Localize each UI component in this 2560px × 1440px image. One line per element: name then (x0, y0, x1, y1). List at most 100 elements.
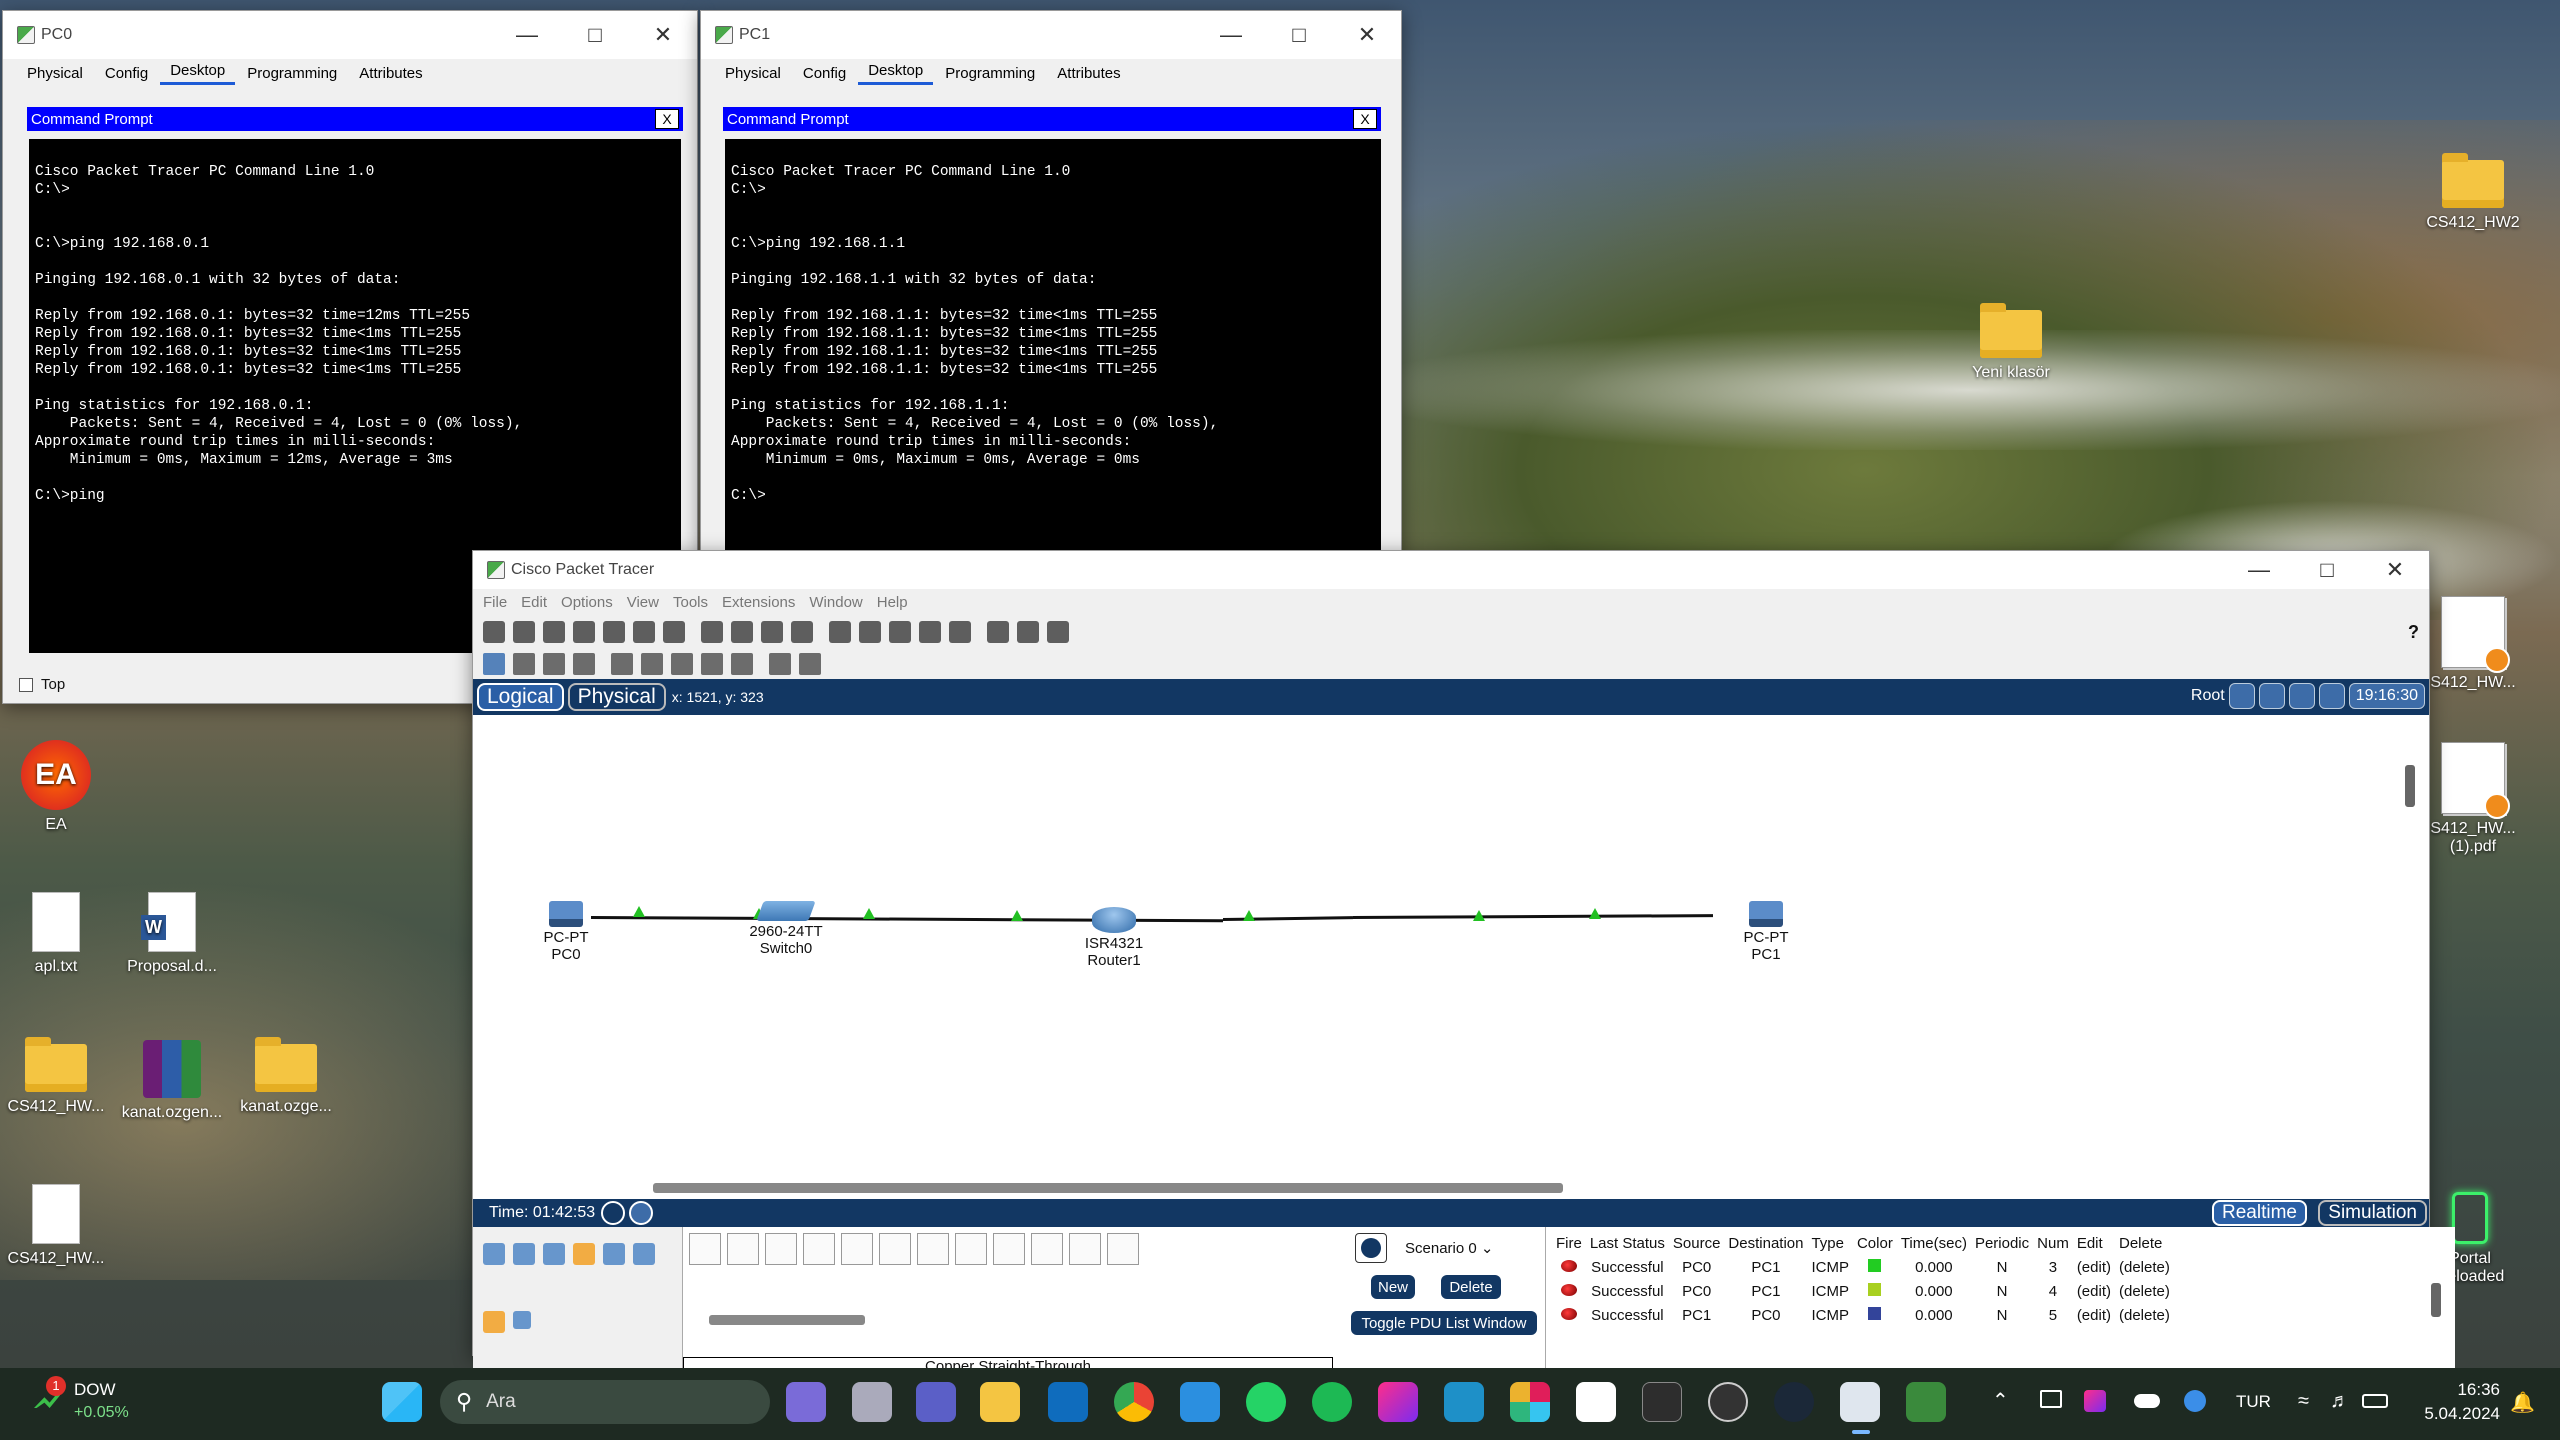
delete-icon[interactable] (543, 653, 565, 675)
pdu-column-header[interactable]: Fire (1552, 1231, 1586, 1255)
jetbrains-tray-icon[interactable] (2084, 1390, 2106, 1412)
minimize-button[interactable]: — (1197, 11, 1265, 59)
whatsapp-icon[interactable] (1246, 1382, 1286, 1422)
battery-icon[interactable] (2362, 1394, 2388, 1408)
scenario-info-icon[interactable] (1355, 1233, 1387, 1263)
redo-icon[interactable] (791, 621, 813, 643)
minimize-button[interactable]: — (2225, 551, 2293, 589)
pdu-delete-link[interactable]: (delete) (2115, 1279, 2174, 1303)
pdu-delete-link[interactable]: (delete) (2115, 1255, 2174, 1279)
coaxial-cable-icon[interactable] (917, 1233, 949, 1265)
vscode-icon[interactable] (1180, 1382, 1220, 1422)
delete-scenario-button[interactable]: Delete (1441, 1275, 1501, 1299)
print-icon[interactable] (573, 621, 595, 643)
desktop-icon-pdf-2[interactable]: S412_HW... (1).pdf (2413, 742, 2533, 856)
notification-bell-icon[interactable]: 🔔 (2510, 1390, 2535, 1415)
draw-line-icon[interactable] (641, 653, 663, 675)
clock-date[interactable]: 5.04.2024 (2410, 1404, 2500, 1424)
menu-edit[interactable]: Edit (521, 594, 547, 611)
desktop-icon-kanat-rar[interactable]: kanat.ozgen... (112, 1040, 232, 1122)
vpn-lock-icon[interactable] (1708, 1382, 1748, 1422)
grammarly-icon[interactable] (2184, 1390, 2206, 1412)
pdu-column-header[interactable]: Type (1807, 1231, 1853, 1255)
back-arrow-icon[interactable] (2228, 683, 2255, 709)
pdu-column-header[interactable]: Last Status (1586, 1231, 1669, 1255)
pc0-titlebar[interactable]: PC0 — □ ✕ (3, 11, 697, 59)
command-prompt-close-button[interactable]: X (1353, 109, 1377, 129)
freeform-icon[interactable] (731, 653, 753, 675)
pdu-column-header[interactable]: Delete (2115, 1231, 2174, 1255)
scenario-select[interactable]: Scenario 0 ⌄ (1399, 1237, 1509, 1261)
resize-shape-icon[interactable] (573, 653, 595, 675)
desktop-icon-pdf-1[interactable]: S412_HW... (2413, 596, 2533, 692)
language-indicator[interactable]: TUR (2236, 1392, 2271, 1412)
pdu-column-header[interactable]: Num (2033, 1231, 2073, 1255)
info-icon[interactable] (603, 621, 625, 643)
tab-physical[interactable]: Physical (17, 65, 93, 85)
tab-physical[interactable]: Physical (715, 65, 791, 85)
outlook-icon[interactable] (1048, 1382, 1088, 1422)
menu-tools[interactable]: Tools (673, 594, 708, 611)
pdu-fire-cell[interactable] (1552, 1279, 1586, 1303)
copper-cross-over-icon[interactable] (803, 1233, 835, 1265)
fire-pdu-icon[interactable] (1560, 1259, 1577, 1272)
always-on-top-checkbox[interactable]: Top (19, 676, 65, 693)
physical-view-button[interactable]: Physical (567, 683, 666, 711)
desktop-icon-proposal[interactable]: Proposal.d... (112, 892, 232, 976)
maximize-button[interactable]: □ (1265, 11, 1333, 59)
fiber-cable-icon[interactable] (841, 1233, 873, 1265)
menu-view[interactable]: View (627, 594, 659, 611)
grid-icon[interactable] (513, 1311, 531, 1329)
device-pc0[interactable]: PC-PT PC0 (511, 901, 621, 963)
zoom-out-icon[interactable] (889, 621, 911, 643)
checkbox-box[interactable] (19, 677, 33, 692)
menu-window[interactable]: Window (809, 594, 862, 611)
logical-workspace-canvas[interactable]: PC-PT PC0 2960-24TT Switch0 ISR4321 Rout… (473, 715, 2429, 1199)
desktop-icon-ea[interactable]: EA EA (0, 740, 116, 834)
menu-file[interactable]: File (483, 594, 507, 611)
pdu-edit-link[interactable]: (edit) (2073, 1255, 2115, 1279)
tab-config[interactable]: Config (793, 65, 856, 85)
miscellaneous-icon[interactable] (603, 1243, 625, 1265)
tab-desktop[interactable]: Desktop (858, 62, 934, 85)
slack-icon[interactable] (1510, 1382, 1550, 1422)
serial-dce-icon[interactable] (955, 1233, 987, 1265)
paste-icon[interactable] (731, 621, 753, 643)
console-cable-icon[interactable] (727, 1233, 759, 1265)
onedrive-cloud-icon[interactable] (2134, 1394, 2160, 1408)
packet-tracer-titlebar[interactable]: Cisco Packet Tracer — □ ✕ (473, 551, 2429, 589)
copper-straight-through-icon[interactable] (765, 1233, 797, 1265)
tab-attributes[interactable]: Attributes (349, 65, 432, 85)
start-windows-icon[interactable] (382, 1382, 422, 1422)
logical-view-button[interactable]: Logical (477, 683, 564, 711)
drawing-palette-icon[interactable] (919, 621, 941, 643)
inspect-icon[interactable] (513, 653, 535, 675)
desktop-icon-cs412-hw-txt[interactable]: CS412_HW... (0, 1184, 116, 1268)
spotify-icon[interactable] (1312, 1382, 1352, 1422)
viewport-clock[interactable]: 19:16:30 (2348, 683, 2425, 709)
desktop-icon-kanat-folder[interactable]: kanat.ozge... (226, 1037, 346, 1116)
pdu-scrollbar[interactable] (2431, 1283, 2441, 1317)
pdu-edit-link[interactable]: (edit) (2073, 1303, 2115, 1327)
connections-subtype-icon[interactable] (483, 1311, 505, 1333)
task-view-icon[interactable] (852, 1382, 892, 1422)
fast-forward-icon[interactable] (629, 1201, 654, 1225)
usb-cable-icon[interactable] (1107, 1233, 1139, 1265)
pdu-row[interactable]: Successful PC0 PC1 ICMP 0.000 N 3 (edit) (delete… (1552, 1255, 2174, 1279)
connections-icon[interactable] (573, 1243, 595, 1265)
network-devices-icon[interactable] (483, 1243, 505, 1265)
realtime-mode-button[interactable]: Realtime (2212, 1200, 2307, 1226)
cable-scrollbar[interactable] (709, 1315, 865, 1325)
components-icon[interactable] (543, 1243, 565, 1265)
fire-pdu-icon[interactable] (1560, 1307, 1577, 1320)
close-button[interactable]: ✕ (629, 11, 697, 59)
volume-icon[interactable]: ♬ (2330, 1390, 2350, 1413)
tab-programming[interactable]: Programming (237, 65, 347, 85)
terminal-icon[interactable] (1642, 1382, 1682, 1422)
add-complex-pdu-icon[interactable] (799, 653, 821, 675)
cluster-icon[interactable] (1047, 621, 1069, 643)
end-devices-icon[interactable] (513, 1243, 535, 1265)
command-prompt-close-button[interactable]: X (655, 109, 679, 129)
activity-wizard-icon[interactable] (633, 621, 655, 643)
network-link-cable[interactable] (1352, 914, 1714, 919)
